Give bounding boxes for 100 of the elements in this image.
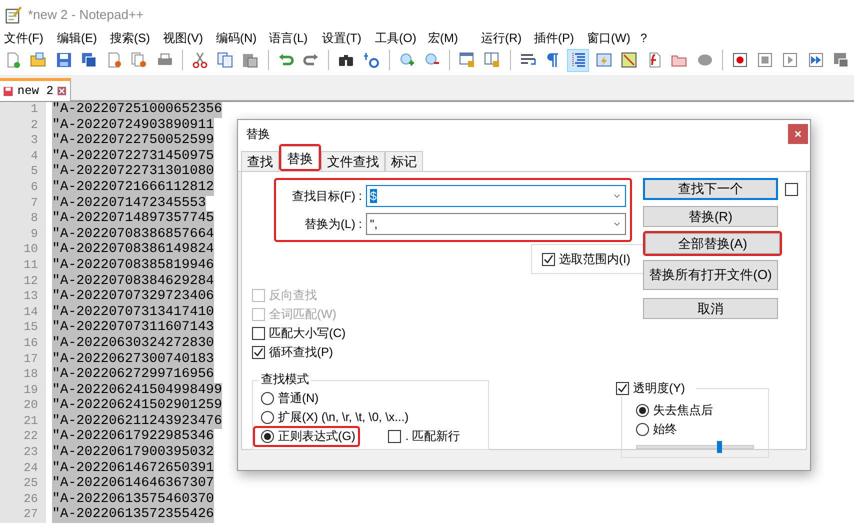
slider-thumb[interactable] bbox=[717, 441, 722, 453]
record-icon[interactable] bbox=[732, 52, 748, 68]
undo-icon[interactable] bbox=[278, 52, 294, 68]
menu-item[interactable]: ? bbox=[640, 30, 684, 46]
checkbox[interactable] bbox=[542, 252, 555, 266]
menu-item[interactable]: 窗口(W) bbox=[587, 30, 630, 46]
dialog-button[interactable]: 取消 bbox=[643, 298, 778, 319]
line-number: 10 bbox=[0, 242, 46, 258]
line-number: 19 bbox=[0, 382, 46, 398]
option-label: 选取范围内(I) bbox=[559, 252, 630, 266]
line-number: 25 bbox=[0, 476, 46, 492]
line-number: 21 bbox=[0, 414, 46, 430]
menu-item[interactable]: 设置(T) bbox=[322, 30, 365, 46]
line-number: 24 bbox=[0, 460, 46, 476]
menu-item[interactable]: 语言(L) bbox=[269, 30, 312, 46]
option-label: 始终 bbox=[653, 422, 677, 437]
menu-item[interactable]: 运行(R) bbox=[481, 30, 524, 46]
notepad-icon bbox=[4, 6, 22, 24]
combo-field[interactable]: $ bbox=[366, 185, 626, 207]
line-number: 27 bbox=[0, 507, 46, 524]
find-replace-icon[interactable] bbox=[363, 52, 380, 68]
line-number: 20 bbox=[0, 398, 46, 414]
close-button[interactable] bbox=[788, 124, 808, 144]
menu-item[interactable]: 插件(P) bbox=[534, 30, 577, 46]
ellipse-icon[interactable] bbox=[696, 52, 713, 68]
radio-button[interactable] bbox=[261, 430, 274, 443]
line-number: 4 bbox=[0, 148, 46, 164]
toggle-button[interactable] bbox=[567, 48, 590, 72]
checkbox[interactable] bbox=[252, 327, 265, 340]
group-title: 查找模式 bbox=[259, 372, 311, 386]
close-all-icon[interactable] bbox=[131, 52, 148, 68]
menu-item[interactable]: 编辑(E) bbox=[57, 30, 100, 46]
radio-button[interactable] bbox=[636, 423, 649, 436]
save-icon bbox=[3, 84, 14, 98]
line-number: 15 bbox=[0, 320, 46, 336]
line-number: 5 bbox=[0, 164, 46, 180]
save-all-icon[interactable] bbox=[80, 52, 97, 68]
line-number: 16 bbox=[0, 336, 46, 352]
dialog-tab[interactable]: 标记 bbox=[385, 151, 423, 171]
indent-guide-icon[interactable] bbox=[570, 52, 586, 68]
field-label: 替换为(L) : bbox=[304, 216, 363, 232]
pilcrow-icon[interactable] bbox=[544, 52, 561, 68]
fast-forward-icon[interactable] bbox=[808, 52, 824, 68]
dialog-tab[interactable]: 文件查找 bbox=[321, 151, 385, 171]
line-number: 1 bbox=[0, 102, 46, 118]
option-label: 全词匹配(W) bbox=[269, 307, 336, 322]
menu-item[interactable]: 宏(M) bbox=[428, 30, 471, 46]
line-number: 7 bbox=[0, 196, 46, 212]
menu-item[interactable]: 视图(V) bbox=[163, 30, 206, 46]
line-number: 6 bbox=[0, 180, 46, 196]
line-number: 3 bbox=[0, 133, 46, 149]
option-label: 反向查找 bbox=[269, 288, 317, 303]
line-number: 17 bbox=[0, 352, 46, 368]
dialog-title: 替换 bbox=[246, 126, 270, 142]
map-icon[interactable] bbox=[620, 52, 637, 68]
combo-field[interactable]: ", bbox=[366, 213, 626, 235]
radio-button[interactable] bbox=[261, 392, 274, 405]
checkbox[interactable] bbox=[252, 346, 265, 359]
menu-item[interactable]: 工具(O) bbox=[375, 30, 418, 46]
dialog-tab[interactable]: 查找 bbox=[241, 151, 279, 171]
dialog-button[interactable]: 查找下一个 bbox=[643, 178, 778, 200]
radio-button[interactable] bbox=[261, 410, 274, 424]
radio-button[interactable] bbox=[636, 404, 649, 417]
window-lock-icon[interactable] bbox=[484, 52, 500, 68]
option-label: 透明度(Y) bbox=[633, 380, 685, 396]
scissors-icon[interactable] bbox=[192, 52, 208, 68]
save-icon[interactable] bbox=[56, 52, 72, 68]
menu-item[interactable]: 搜索(S) bbox=[110, 30, 153, 46]
window-lock-icon[interactable] bbox=[459, 52, 476, 68]
checkbox[interactable] bbox=[785, 182, 798, 196]
line-number: 23 bbox=[0, 445, 46, 461]
menu-item[interactable]: 文件(F) bbox=[4, 30, 47, 46]
checkbox[interactable] bbox=[388, 430, 402, 443]
line-number: 18 bbox=[0, 367, 46, 383]
new-file-icon[interactable] bbox=[5, 52, 22, 68]
copy-icon[interactable] bbox=[217, 52, 234, 68]
option-label: . 匹配新行 bbox=[405, 429, 460, 444]
zoom-in-icon[interactable] bbox=[398, 52, 415, 68]
stop-icon[interactable] bbox=[757, 52, 774, 68]
redo-icon[interactable] bbox=[302, 52, 319, 68]
window-title: *new 2 - Notepad++ bbox=[28, 7, 144, 23]
file-tab[interactable]: new 2 bbox=[0, 78, 71, 101]
checkbox[interactable] bbox=[616, 382, 629, 394]
option-label: 循环查找(P) bbox=[269, 345, 333, 360]
clipboard-icon[interactable] bbox=[242, 52, 258, 68]
play-icon[interactable] bbox=[782, 52, 798, 68]
option-label: 扩展(X) (\n, \r, \t, \0, \x...) bbox=[278, 410, 409, 425]
dialog-button[interactable]: 替换所有打开文件(O) bbox=[643, 260, 778, 290]
dialog-tab[interactable]: 替换 bbox=[281, 146, 319, 169]
printer-icon[interactable] bbox=[156, 52, 173, 68]
binoculars-icon[interactable] bbox=[338, 52, 354, 68]
close-file-icon[interactable] bbox=[106, 52, 122, 68]
dialog-button[interactable]: 替换(R) bbox=[643, 206, 778, 227]
menu-item[interactable]: 编码(N) bbox=[216, 30, 259, 46]
macro-save-icon[interactable] bbox=[832, 52, 849, 68]
close-icon[interactable] bbox=[57, 85, 67, 97]
dialog-button[interactable]: 全部替换(A) bbox=[645, 233, 780, 254]
word-wrap-icon[interactable] bbox=[520, 52, 536, 68]
open-folder-icon[interactable] bbox=[30, 52, 46, 68]
lightning-window-icon[interactable] bbox=[596, 52, 612, 68]
